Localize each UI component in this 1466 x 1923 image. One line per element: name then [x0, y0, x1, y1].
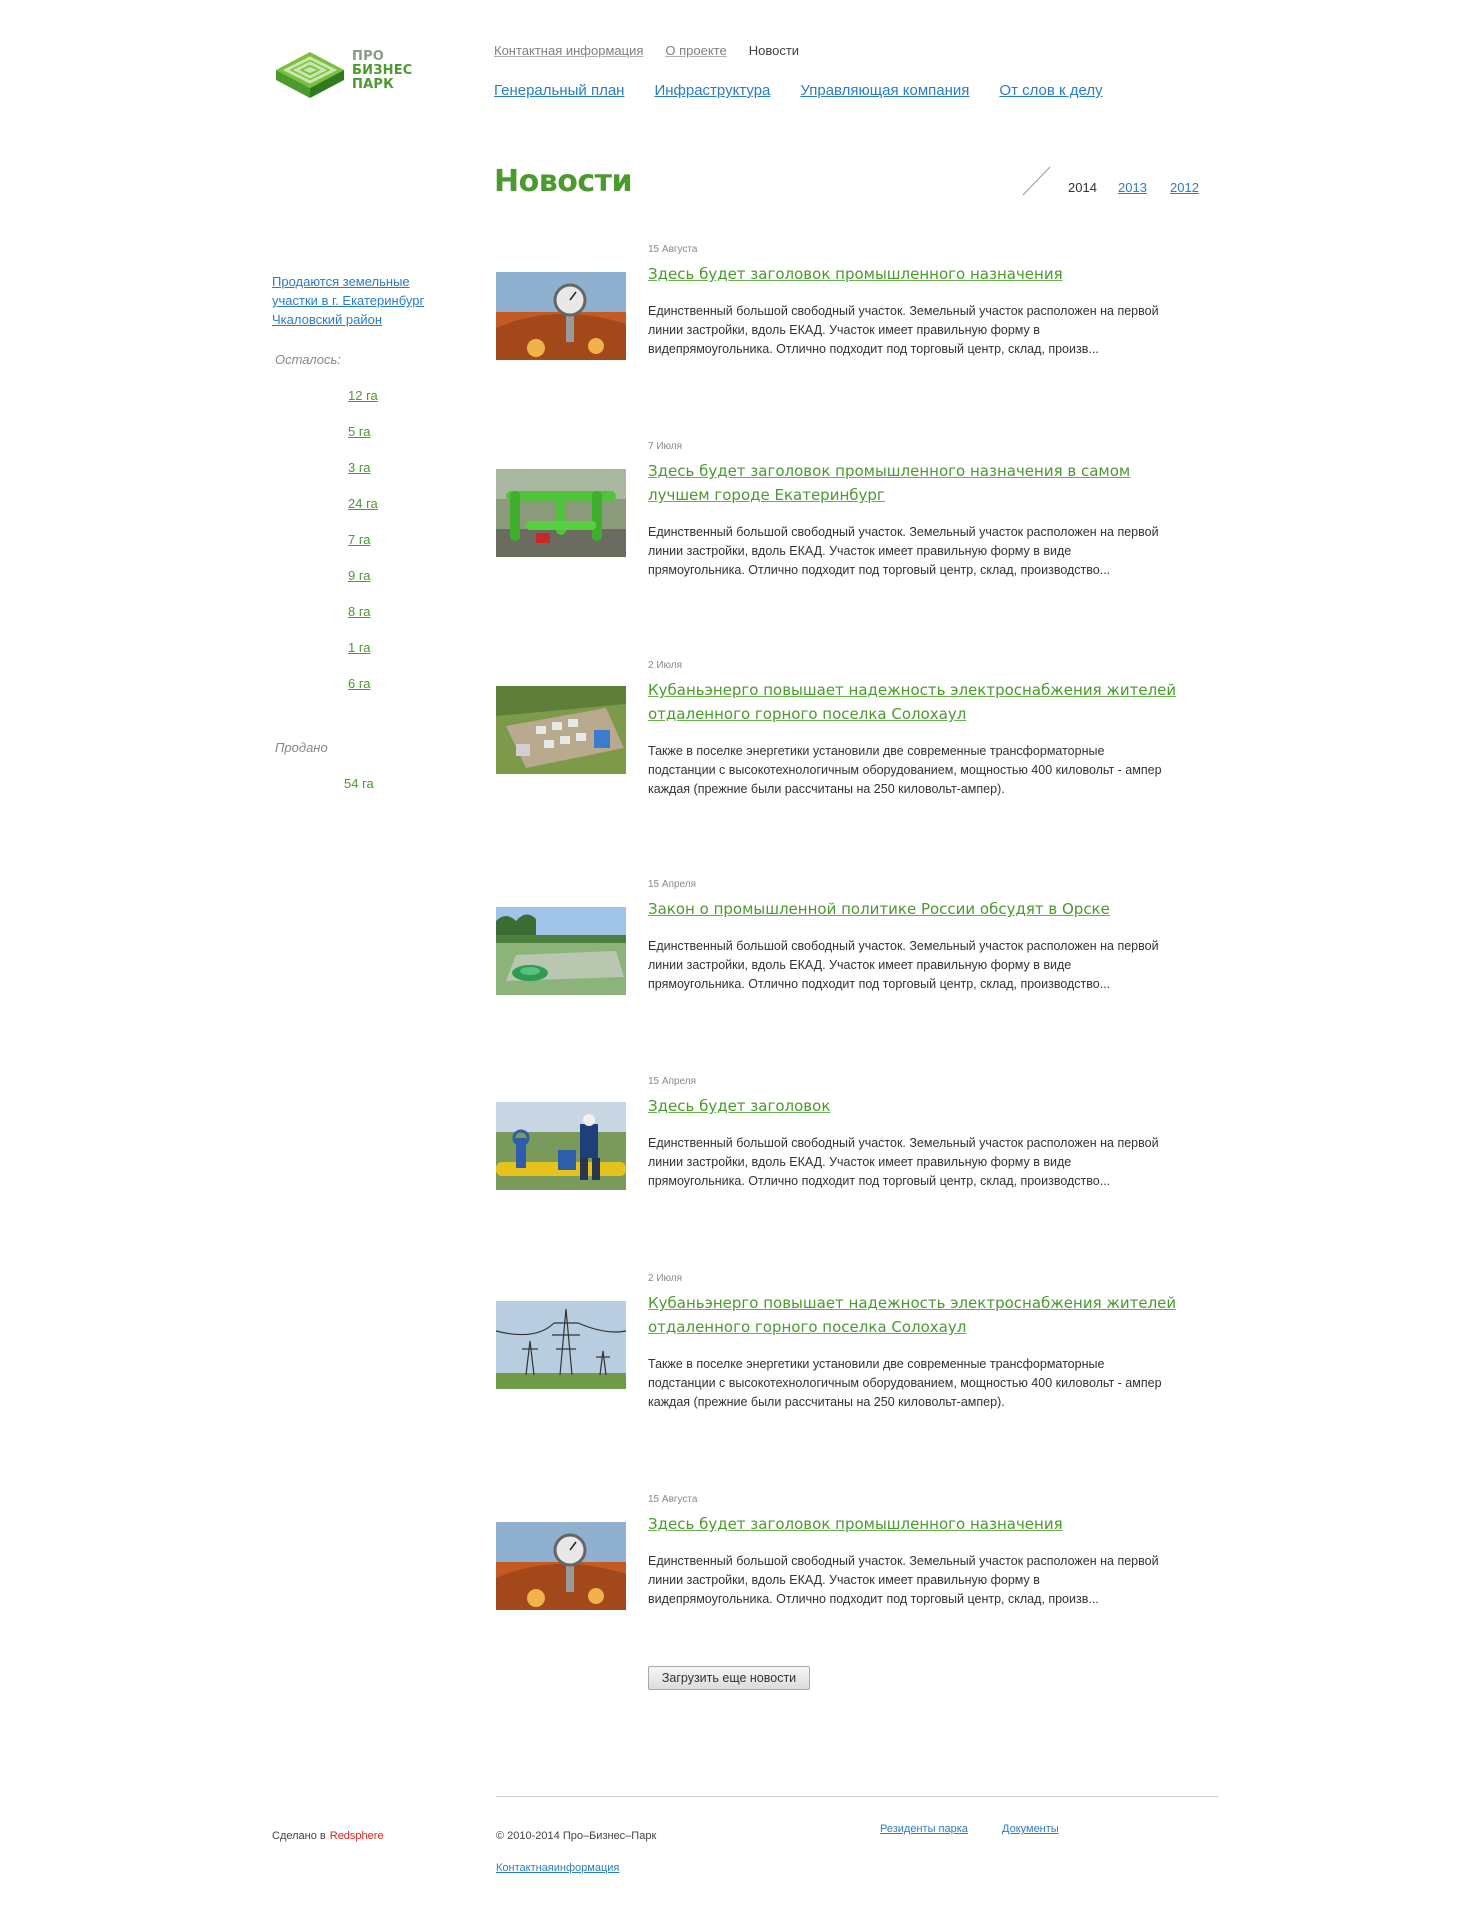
news-date: 15 Апреля — [648, 1076, 697, 1087]
power-pylons-photo — [496, 1301, 626, 1389]
sold-value: 54 га — [344, 776, 374, 791]
mainnav-infra-link[interactable]: Инфраструктура — [654, 82, 770, 99]
top-nav: Контактная информация О проекте Новости — [494, 43, 799, 58]
redsphere-link[interactable]: Redsphere — [330, 1830, 384, 1842]
plot-link[interactable]: 9 га — [348, 568, 371, 583]
plot-link[interactable]: 6 га — [348, 676, 371, 691]
pressure-gauge-photo — [496, 1522, 626, 1610]
news-date: 2 Июля — [648, 660, 683, 671]
news-title-link[interactable]: Здесь будет заголовок промышленного назн… — [648, 262, 1188, 286]
made-by-label: Сделано в — [272, 1830, 326, 1842]
mainnav-company-link[interactable]: Управляющая компания — [800, 82, 969, 99]
logo-line-1: ПРО — [352, 49, 385, 64]
plot-link[interactable]: 3 га — [348, 460, 371, 475]
year-current: 2014 — [1068, 180, 1097, 195]
news-text: Единственный большой свободный участок. … — [648, 525, 1159, 577]
news-thumbnail[interactable] — [496, 1522, 626, 1610]
news-title-link[interactable]: Закон о промышленной политике России обс… — [648, 897, 1188, 921]
logo-line-3: ПАРК — [352, 77, 394, 92]
logo[interactable]: ПРО БИЗНЕС ПАРК — [272, 40, 422, 102]
plot-link[interactable]: 7 га — [348, 532, 371, 547]
news-date: 15 Апреля — [648, 879, 697, 890]
news-text: Единственный большой свободный участок. … — [648, 1554, 1159, 1606]
news-title-link[interactable]: Здесь будет заголовок промышленного назн… — [648, 1512, 1188, 1536]
news-title: Кубаньэнерго повышает надежность электро… — [648, 681, 1177, 723]
news-text: Единственный большой свободный участок. … — [648, 304, 1159, 356]
news-title: Здесь будет заголовок промышленного назн… — [648, 1515, 1063, 1533]
news-thumbnail[interactable] — [496, 907, 626, 995]
year-2012-link[interactable]: 2012 — [1170, 180, 1199, 195]
topnav-news-current: Новости — [748, 43, 800, 58]
main-nav: Генеральный план Инфраструктура Управляю… — [494, 82, 1103, 99]
news-title: Закон о промышленной политике России обс… — [648, 900, 1110, 918]
news-title: Здесь будет заголовок промышленного назн… — [648, 265, 1063, 283]
news-title: Здесь будет заголовок промышленного назн… — [648, 462, 1131, 504]
plot-link[interactable]: 8 га — [348, 604, 371, 619]
plot-link[interactable]: 24 га — [348, 496, 378, 511]
logo-wordmark: ПРО БИЗНЕС ПАРК — [352, 50, 413, 92]
topnav-contacts-link[interactable]: Контактная информация — [494, 43, 643, 58]
sold-label: Продано — [275, 740, 328, 755]
news-date: 7 Июля — [648, 441, 683, 452]
plot-link[interactable]: 5 га — [348, 424, 371, 439]
mainnav-words-link[interactable]: От слов к делу — [999, 82, 1102, 99]
news-title-link[interactable]: Кубаньэнерго повышает надежность электро… — [648, 678, 1188, 726]
plot-link[interactable]: 12 га — [348, 388, 378, 403]
news-title-link[interactable]: Здесь будет заголовок промышленного назн… — [648, 459, 1188, 507]
plot-link[interactable]: 1 га — [348, 640, 371, 655]
news-thumbnail[interactable] — [496, 686, 626, 774]
news-thumbnail[interactable] — [496, 469, 626, 557]
page-title: Новости — [494, 164, 633, 199]
topnav-about-link[interactable]: О проекте — [665, 43, 726, 58]
news-title-link[interactable]: Здесь будет заголовок — [648, 1094, 1188, 1118]
news-title: Кубаньэнерго повышает надежность электро… — [648, 1294, 1177, 1336]
news-thumbnail[interactable] — [496, 1102, 626, 1190]
footer-divider — [496, 1796, 1218, 1797]
pressure-gauge-photo — [496, 272, 626, 360]
mainnav-plan-link[interactable]: Генеральный план — [494, 82, 624, 99]
logo-mark-icon — [276, 52, 344, 98]
logo-line-2: БИЗНЕС — [352, 63, 413, 78]
footer-contact-link[interactable]: Контактнаяинформация — [496, 1862, 619, 1874]
news-text: Также в поселке энергетики установили дв… — [648, 744, 1162, 796]
load-more-news-button[interactable]: Загрузить еще новости — [648, 1666, 810, 1690]
footer-residents-link[interactable]: Резиденты парка — [880, 1823, 968, 1835]
news-title: Здесь будет заголовок — [648, 1097, 831, 1115]
footer-documents-link[interactable]: Документы — [1002, 1823, 1059, 1835]
reservoir-photo — [496, 907, 626, 995]
substation-aerial-photo — [496, 686, 626, 774]
news-thumbnail[interactable] — [496, 272, 626, 360]
pipeline-worker-photo — [496, 1102, 626, 1190]
land-sale-promo-link[interactable]: Продаются земельные участки в г. Екатери… — [272, 272, 452, 329]
news-text: Также в поселке энергетики установили дв… — [648, 1357, 1162, 1409]
news-date: 2 Июля — [648, 1273, 683, 1284]
year-2013-link[interactable]: 2013 — [1118, 180, 1147, 195]
remaining-label: Осталось: — [275, 352, 341, 367]
copyright: © 2010-2014 Про–Бизнес–Парк — [496, 1830, 657, 1842]
made-by: Сделано в Redsphere — [272, 1830, 384, 1842]
news-date: 15 Августа — [648, 244, 698, 255]
slash-divider-icon — [1022, 166, 1051, 196]
news-date: 15 Августа — [648, 1494, 698, 1505]
news-title-link[interactable]: Кубаньэнерго повышает надежность электро… — [648, 1291, 1188, 1339]
year-filter: 2014 2013 2012 — [1022, 166, 1202, 196]
news-thumbnail[interactable] — [496, 1301, 626, 1389]
news-text: Единственный большой свободный участок. … — [648, 939, 1159, 991]
news-text: Единственный большой свободный участок. … — [648, 1136, 1159, 1188]
green-pipes-photo — [496, 469, 626, 557]
